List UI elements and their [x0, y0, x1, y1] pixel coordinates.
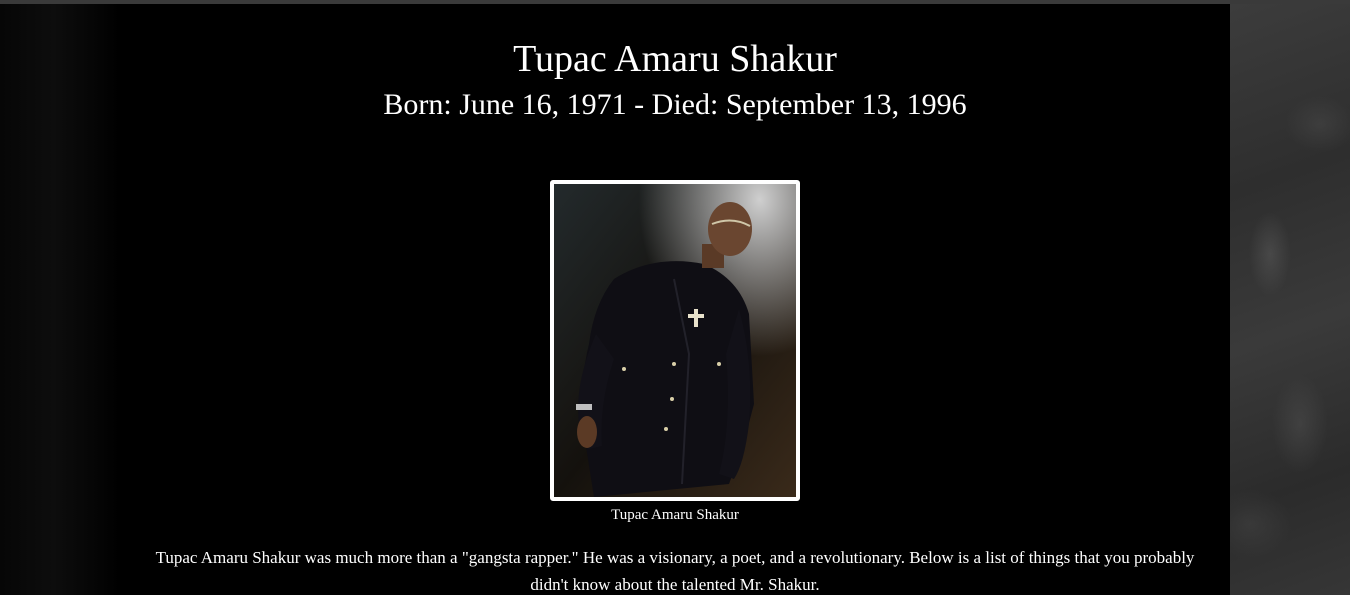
main-content: Tupac Amaru Shakur Born: June 16, 1971 -…: [120, 4, 1230, 595]
life-dates: Born: June 16, 1971 - Died: September 13…: [383, 88, 967, 121]
left-background-panel: [0, 4, 120, 595]
photo-caption: Tupac Amaru Shakur: [611, 507, 739, 523]
portrait-photo: [550, 180, 800, 501]
right-background-texture: [1230, 4, 1350, 595]
portrait-illustration: [554, 184, 796, 497]
page-title: Tupac Amaru Shakur: [513, 38, 837, 80]
intro-paragraph: Tupac Amaru Shakur was much more than a …: [155, 548, 1195, 594]
